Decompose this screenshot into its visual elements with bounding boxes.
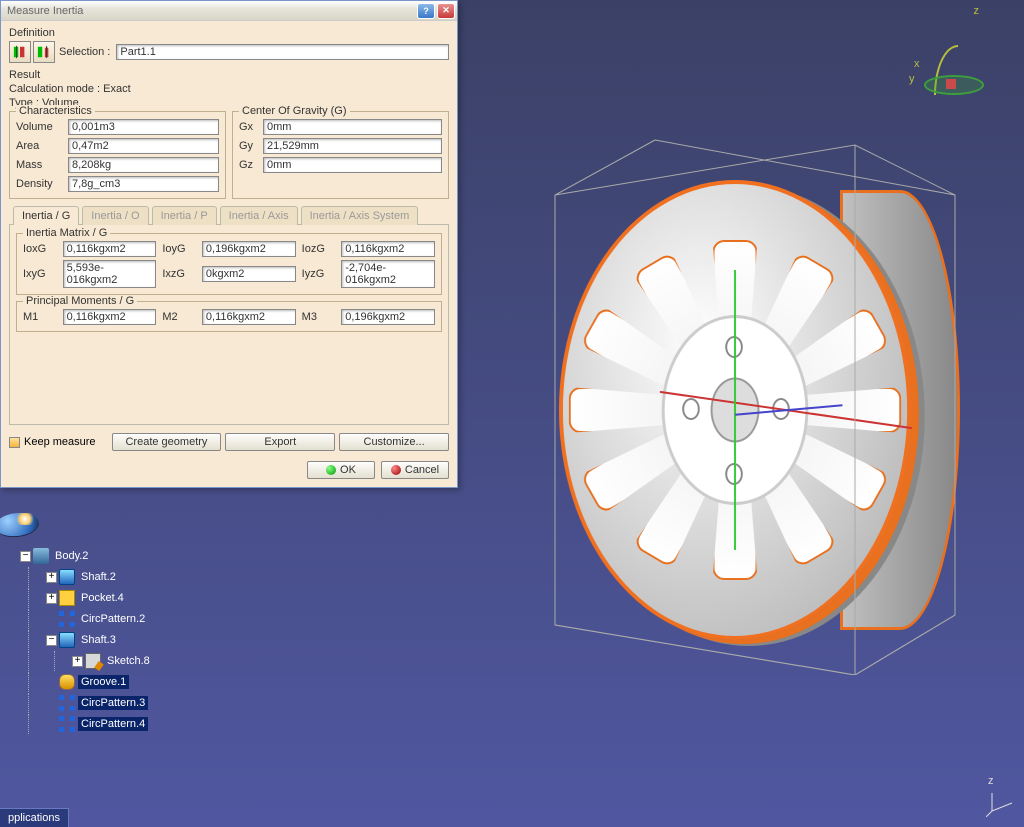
cancel-dot-icon: [391, 465, 401, 475]
expand-icon[interactable]: +: [46, 593, 57, 604]
tree-item-groove1[interactable]: Groove.1: [20, 672, 153, 692]
density-field[interactable]: 7,8g_cm3: [68, 176, 219, 192]
ok-button[interactable]: OK: [307, 461, 375, 479]
compass-y-label: y: [909, 73, 915, 85]
center-of-gravity-group: Center Of Gravity (G) Gx0mm Gy21,529mm G…: [232, 111, 449, 199]
m1-field[interactable]: 0,116kgxm2: [63, 309, 157, 325]
inertia-matrix-group: Inertia Matrix / G IoxG0,116kgxm2 IoyG0,…: [16, 233, 442, 295]
bounding-box: [545, 135, 965, 675]
m2-field[interactable]: 0,116kgxm2: [202, 309, 296, 325]
sun-icon: [14, 513, 36, 525]
cancel-button[interactable]: Cancel: [381, 461, 449, 479]
measure-inertia-dialog: Measure Inertia ? ✕ Definition Selection…: [0, 0, 458, 488]
iozg-field[interactable]: 0,116kgxm2: [341, 241, 435, 257]
inertia-tabs: Inertia / G Inertia / O Inertia / P Iner…: [9, 205, 449, 225]
tree-item-circpattern2[interactable]: CircPattern.2: [20, 609, 153, 629]
create-geometry-button[interactable]: Create geometry: [112, 433, 222, 451]
selection-label: Selection :: [59, 46, 110, 58]
compass-z-label: z: [974, 5, 980, 17]
customize-button[interactable]: Customize...: [339, 433, 449, 451]
tab-inertia-p[interactable]: Inertia / P: [152, 206, 217, 225]
tree-item-sketch8[interactable]: + Sketch.8: [20, 651, 153, 671]
tab-inertia-o[interactable]: Inertia / O: [82, 206, 148, 225]
export-button[interactable]: Export: [225, 433, 335, 451]
principal-moments-group: Principal Moments / G M10,116kgxm2 M20,1…: [16, 301, 442, 332]
characteristics-group: Characteristics Volume0,001m3 Area0,47m2…: [9, 111, 226, 199]
axis-indicator-icon: z: [986, 789, 1014, 817]
volume-field[interactable]: 0,001m3: [68, 119, 219, 135]
help-button[interactable]: ?: [417, 3, 435, 19]
compass-x-label: x: [914, 58, 920, 70]
ixyg-field[interactable]: 5,593e-016kgxm2: [63, 260, 157, 288]
area-field[interactable]: 0,47m2: [68, 138, 219, 154]
tree-item-body[interactable]: − Body.2: [20, 546, 153, 566]
circpattern-icon: [59, 611, 75, 627]
collapse-icon[interactable]: −: [20, 551, 31, 562]
selection-input[interactable]: Part1.1: [116, 44, 449, 60]
ioxg-field[interactable]: 0,116kgxm2: [63, 241, 157, 257]
groove-icon: [59, 674, 75, 690]
close-button[interactable]: ✕: [437, 3, 455, 19]
gz-field[interactable]: 0mm: [263, 157, 442, 173]
shaft-icon: [59, 569, 75, 585]
tab-inertia-axis-system[interactable]: Inertia / Axis System: [301, 206, 419, 225]
applications-button[interactable]: pplications: [0, 808, 69, 827]
measure-mode-button-1[interactable]: [9, 41, 31, 63]
mass-field[interactable]: 8,208kg: [68, 157, 219, 173]
tree-item-shaft3[interactable]: − Shaft.3: [20, 630, 153, 650]
measure-mode-button-2[interactable]: [33, 41, 55, 63]
circpattern-icon: [59, 695, 75, 711]
pocket-icon: [59, 590, 75, 606]
shaft-icon: [59, 632, 75, 648]
expand-icon[interactable]: +: [72, 656, 83, 667]
definition-label: Definition: [9, 27, 449, 39]
sketch-icon: [85, 653, 101, 669]
gx-field[interactable]: 0mm: [263, 119, 442, 135]
tab-inertia-g[interactable]: Inertia / G: [13, 206, 79, 225]
tree-item-pocket4[interactable]: + Pocket.4: [20, 588, 153, 608]
body-icon: [33, 548, 49, 564]
expand-icon[interactable]: +: [46, 572, 57, 583]
result-label: Result: [9, 69, 449, 81]
ioyg-field[interactable]: 0,196kgxm2: [202, 241, 296, 257]
tab-inertia-axis[interactable]: Inertia / Axis: [220, 206, 298, 225]
specification-tree[interactable]: − Body.2 + Shaft.2 + Pocket.4 CircPatter…: [20, 545, 153, 735]
collapse-icon[interactable]: −: [46, 635, 57, 646]
keep-measure-checkbox[interactable]: [9, 437, 20, 448]
ixzg-field[interactable]: 0kgxm2: [202, 266, 296, 282]
iyzg-field[interactable]: -2,704e-016kgxm2: [341, 260, 435, 288]
tree-item-shaft2[interactable]: + Shaft.2: [20, 567, 153, 587]
m3-field[interactable]: 0,196kgxm2: [341, 309, 435, 325]
circpattern-icon: [59, 716, 75, 732]
keep-measure-label: Keep measure: [24, 436, 96, 448]
tree-item-circpattern4[interactable]: CircPattern.4: [20, 714, 153, 734]
wheel-model[interactable]: [530, 130, 980, 690]
dialog-titlebar[interactable]: Measure Inertia ? ✕: [1, 1, 457, 21]
dialog-title: Measure Inertia: [7, 5, 415, 17]
inertia-panel: Inertia Matrix / G IoxG0,116kgxm2 IoyG0,…: [9, 225, 449, 425]
gy-field[interactable]: 21,529mm: [263, 138, 442, 154]
ok-dot-icon: [326, 465, 336, 475]
tree-item-circpattern3[interactable]: CircPattern.3: [20, 693, 153, 713]
calculation-mode-text: Calculation mode : Exact: [9, 83, 449, 95]
compass-icon[interactable]: z x y: [914, 15, 994, 95]
